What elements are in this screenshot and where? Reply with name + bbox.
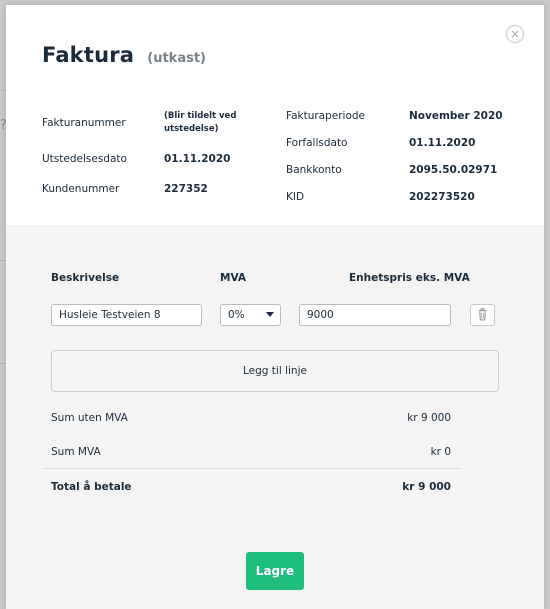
- vat-select-value: 0%: [228, 309, 245, 321]
- page-subtitle: (utkast): [147, 51, 206, 66]
- total-label: Total å betale: [51, 481, 132, 493]
- chevron-down-icon: [266, 312, 274, 317]
- sum-vat-value: kr 0: [430, 446, 451, 458]
- bank-account-label: Bankkonto: [286, 164, 342, 176]
- delete-line-button[interactable]: [470, 304, 495, 326]
- unit-price-column-header: Enhetspris eks. MVA: [349, 272, 470, 284]
- bank-account-value: 2095.50.02971: [409, 164, 498, 176]
- sum-vat-label: Sum MVA: [51, 446, 101, 458]
- invoice-number-note-line2: utstedelse): [164, 124, 219, 134]
- due-date-value: 01.11.2020: [409, 137, 476, 149]
- customer-number-value: 227352: [164, 183, 208, 195]
- customer-number-label: Kundenummer: [42, 183, 120, 195]
- unit-price-input-value: 9000: [307, 309, 334, 321]
- save-button[interactable]: Lagre: [246, 552, 304, 590]
- kid-label: KID: [286, 191, 305, 203]
- invoice-number-label: Fakturanummer: [42, 117, 126, 129]
- modal-header: Faktura (utkast): [42, 43, 206, 67]
- close-icon: ×: [509, 27, 521, 41]
- add-line-button[interactable]: Legg til linje: [51, 350, 499, 392]
- invoice-number-note-line1: (Blir tildelt ved: [164, 111, 237, 121]
- invoice-number-value: (Blir tildelt ved utstedelse): [164, 110, 236, 136]
- invoice-lines-panel: Beskrivelse MVA Enhetspris eks. MVA Husl…: [6, 225, 544, 609]
- total-value: kr 9 000: [402, 481, 451, 493]
- issue-date-label: Utstedelsesdato: [42, 153, 127, 165]
- invoice-modal: × Faktura (utkast) Fakturanummer (Blir t…: [6, 5, 544, 609]
- description-input-value: Husleie Testveien 8: [59, 309, 161, 321]
- issue-date-value: 01.11.2020: [164, 153, 231, 165]
- totals-divider: [43, 468, 460, 469]
- sum-ex-vat-label: Sum uten MVA: [51, 412, 128, 424]
- vat-select[interactable]: 0%: [220, 304, 281, 326]
- page-title: Faktura: [42, 43, 135, 67]
- kid-value: 202273520: [409, 191, 475, 203]
- description-input[interactable]: Husleie Testveien 8: [51, 304, 202, 326]
- close-button[interactable]: ×: [506, 25, 524, 43]
- trash-icon: [479, 308, 486, 321]
- invoice-period-value: November 2020: [409, 110, 503, 122]
- due-date-label: Forfallsdato: [286, 137, 348, 149]
- description-column-header: Beskrivelse: [51, 272, 120, 284]
- unit-price-input[interactable]: 9000: [299, 304, 451, 326]
- vat-column-header: MVA: [220, 272, 246, 284]
- sum-ex-vat-value: kr 9 000: [407, 412, 451, 424]
- invoice-period-label: Fakturaperiode: [286, 110, 366, 122]
